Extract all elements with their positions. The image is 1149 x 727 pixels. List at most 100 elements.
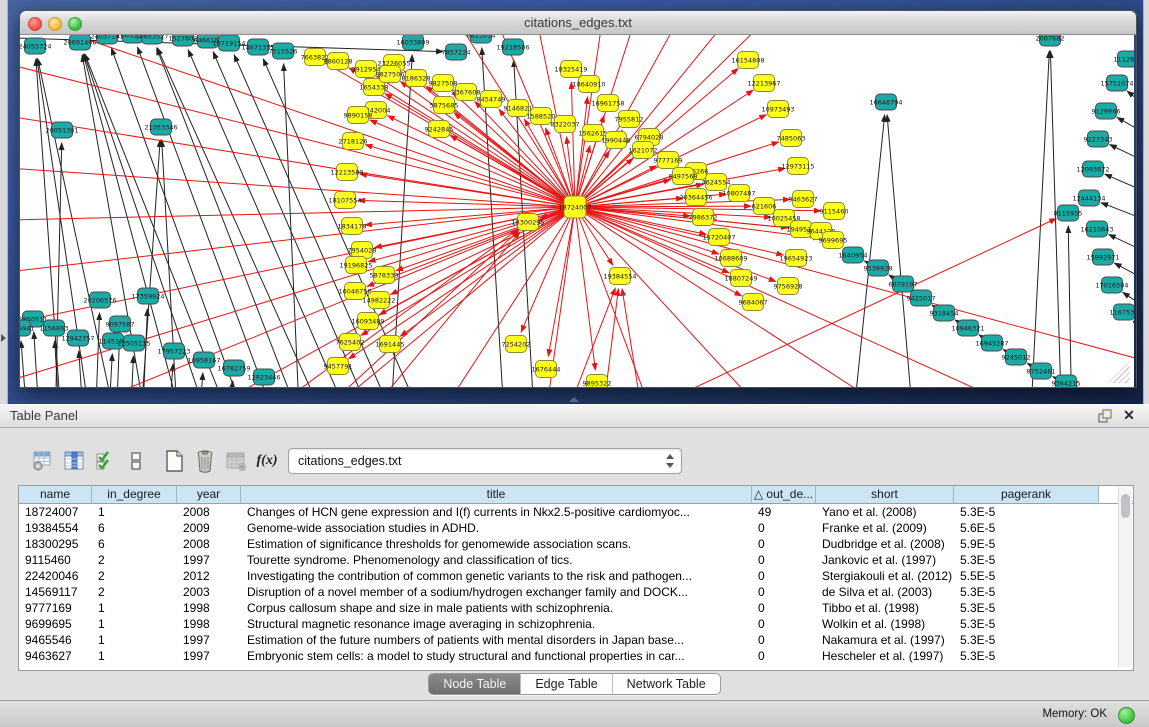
network-node[interactable]: 9364215	[1052, 375, 1081, 387]
tab-node-table[interactable]: Node Table	[429, 674, 521, 694]
table-cell[interactable]: 1997	[177, 632, 241, 648]
table-cell[interactable]: 22420046	[19, 568, 92, 584]
table-cell[interactable]: Wolkin et al. (1998)	[816, 616, 954, 632]
network-node[interactable]: 16033809	[396, 35, 429, 50]
table-cell[interactable]: Structural magnetic resonance image aver…	[241, 616, 752, 632]
table-cell[interactable]: 1997	[177, 648, 241, 664]
table-cell[interactable]: Tibbo et al. (1998)	[816, 600, 954, 616]
table-cell[interactable]: 1997	[177, 552, 241, 568]
table-cell[interactable]: 0	[752, 536, 816, 552]
network-node[interactable]: 10946321	[951, 320, 984, 336]
table-cell[interactable]: Tourette syndrome. Phenomenology and cla…	[241, 552, 752, 568]
minimize-window-button[interactable]	[48, 17, 62, 31]
table-cell[interactable]: 2	[92, 568, 177, 584]
table-cell[interactable]: 5.5E-5	[954, 568, 1099, 584]
select-columns-icon[interactable]	[92, 448, 118, 474]
network-node[interactable]: 8454749	[477, 91, 506, 108]
network-node[interactable]: 7986372	[689, 209, 718, 226]
column-header-year[interactable]: year	[177, 486, 241, 504]
network-node[interactable]: 2087682	[1036, 35, 1065, 46]
table-cell[interactable]: 18724007	[19, 504, 92, 520]
network-node[interactable]: 12444134	[1072, 190, 1105, 206]
table-mode-icon[interactable]	[30, 448, 56, 474]
table-cell[interactable]: Investigating the contribution of common…	[241, 568, 752, 584]
table-cell[interactable]: Franke et al. (2009)	[816, 520, 954, 536]
network-node[interactable]: 9425017	[907, 290, 936, 306]
network-node[interactable]: 9457791	[324, 358, 353, 375]
network-node[interactable]: 1167534	[1110, 304, 1134, 320]
network-graph[interactable]: 2405572420691406240371811065532710653527…	[20, 35, 1134, 387]
table-cell[interactable]: 2003	[177, 584, 241, 600]
network-node[interactable]: 8186328	[402, 70, 431, 87]
table-cell[interactable]: 5.3E-5	[954, 552, 1099, 568]
network-node[interactable]: 18325419	[554, 61, 587, 78]
panel-expand-icon[interactable]	[1, 334, 6, 342]
table-cell[interactable]: Changes of HCN gene expression and I(f) …	[241, 504, 752, 520]
table-cell[interactable]: 5.3E-5	[954, 632, 1099, 648]
network-node[interactable]: 9538928	[864, 260, 893, 276]
network-node[interactable]: 6679197	[889, 276, 918, 292]
network-node[interactable]: 12973115	[781, 158, 814, 175]
table-cell[interactable]: 5.3E-5	[954, 600, 1099, 616]
network-node[interactable]: 621606	[752, 198, 777, 215]
network-node[interactable]: 1112856	[1114, 51, 1134, 67]
network-node[interactable]: 9115460	[820, 203, 849, 220]
delete-icon[interactable]	[192, 448, 218, 474]
table-cell[interactable]: 0	[752, 616, 816, 632]
network-node[interactable]: 7857224	[442, 44, 471, 60]
network-node[interactable]: 1676444	[532, 361, 561, 378]
table-cell[interactable]: 14569117	[19, 584, 92, 600]
network-node[interactable]: 7515526	[269, 43, 298, 59]
table-cell[interactable]: 0	[752, 568, 816, 584]
float-window-icon[interactable]	[1097, 408, 1113, 424]
network-node[interactable]: 16961758	[591, 95, 624, 112]
network-node[interactable]: 7954028	[348, 242, 377, 259]
network-node[interactable]: 8115955	[1054, 205, 1083, 221]
table-cell[interactable]: 0	[752, 520, 816, 536]
close-panel-icon[interactable]: ✕	[1121, 407, 1137, 423]
table-cell[interactable]: 1	[92, 504, 177, 520]
table-cell[interactable]: Estimation of the future numbers of pati…	[241, 632, 752, 648]
table-cell[interactable]: 9115460	[19, 552, 92, 568]
column-header-short[interactable]: short	[816, 486, 954, 504]
network-node[interactable]: 16945287	[975, 335, 1008, 351]
network-node[interactable]: 10807487	[722, 185, 755, 202]
network-node[interactable]: 9777169	[654, 152, 683, 169]
table-cell[interactable]: 9463627	[19, 648, 92, 664]
table-cell[interactable]: Disruption of a novel member of a sodium…	[241, 584, 752, 600]
table-cell[interactable]: Genome-wide association studies in ADHD.	[241, 520, 752, 536]
table-cell[interactable]: 2	[92, 584, 177, 600]
network-node[interactable]: 18640910	[572, 76, 605, 93]
network-node[interactable]: 16154808	[731, 52, 764, 69]
table-cell[interactable]: 18300295	[19, 536, 92, 552]
delete-table-icon[interactable]	[223, 448, 249, 474]
table-cell[interactable]: 6	[92, 520, 177, 536]
table-cell[interactable]: 5.6E-5	[954, 520, 1099, 536]
zoom-window-button[interactable]	[68, 17, 82, 31]
tab-edge-table[interactable]: Edge Table	[521, 674, 612, 694]
network-view[interactable]: 2405572420691406240371811065532710653527…	[20, 35, 1134, 387]
table-cell[interactable]: Yano et al. (2008)	[816, 504, 954, 520]
network-node[interactable]: 17359924	[131, 288, 164, 304]
network-node[interactable]: 9890158	[344, 107, 373, 124]
network-node[interactable]: 6497568	[669, 168, 698, 185]
table-cell[interactable]: Estimation of significance thresholds fo…	[241, 536, 752, 552]
network-node[interactable]: 1834178	[338, 218, 367, 235]
network-node[interactable]: 7625402	[336, 334, 365, 351]
table-scrollbar-thumb[interactable]	[1121, 494, 1130, 518]
table-cell[interactable]: Corpus callosum shape and size in male p…	[241, 600, 752, 616]
table-cell[interactable]: 2	[92, 552, 177, 568]
table-cell[interactable]: 2008	[177, 504, 241, 520]
network-node[interactable]: 9227343	[1084, 131, 1113, 147]
network-node[interactable]: 2718126	[339, 133, 368, 150]
network-node[interactable]: 1691445	[376, 336, 405, 353]
table-cell[interactable]: 0	[752, 600, 816, 616]
table-cell[interactable]: 5.3E-5	[954, 616, 1099, 632]
network-node[interactable]: 16782759	[217, 360, 250, 376]
network-node[interactable]: 8322037	[551, 116, 580, 133]
network-node[interactable]: 1990448	[602, 132, 631, 149]
network-node[interactable]: 9756928	[774, 278, 803, 295]
network-node[interactable]: 5878333	[370, 267, 399, 284]
table-cell[interactable]: 9777169	[19, 600, 92, 616]
network-node[interactable]: 15751074	[1100, 75, 1133, 91]
